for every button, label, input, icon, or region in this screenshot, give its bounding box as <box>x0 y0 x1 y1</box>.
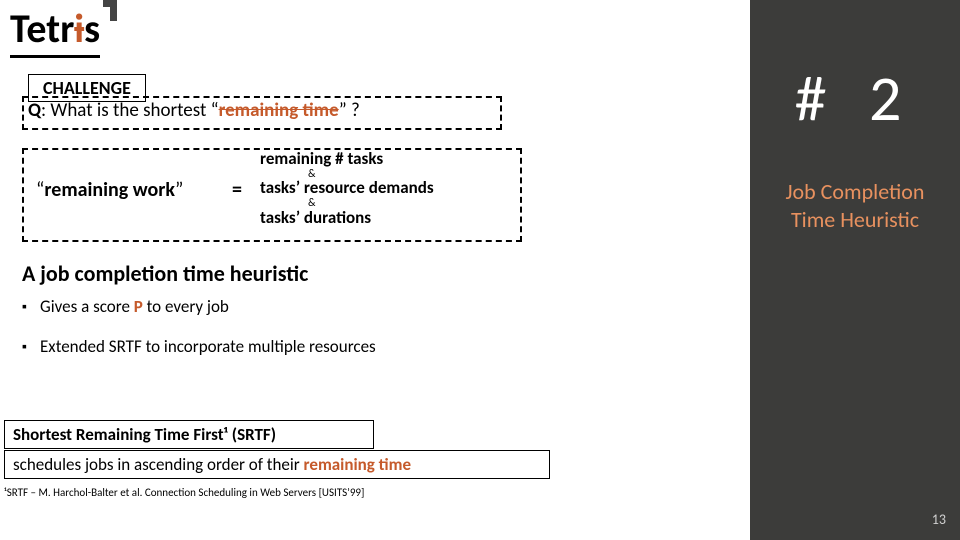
srtf-desc-box: schedules jobs in ascending order of the… <box>4 450 550 479</box>
q-remaining-time: remaining time <box>219 99 339 122</box>
bullet-1a: Gives a score <box>40 296 134 317</box>
footnote: ¹SRTF – M. Harchol-Balter et al. Connect… <box>4 486 364 499</box>
q-part-a: : What is the shortest “ <box>41 99 219 122</box>
q-prefix: Q <box>28 99 41 122</box>
remaining-work-label: “remaining work” <box>36 178 183 202</box>
srtf-desc-a: schedules jobs in ascending order of the… <box>13 454 304 475</box>
srtf-desc-rt: remaining time <box>304 454 411 475</box>
page-title: Tetris <box>10 4 100 58</box>
section-number: # 2 <box>750 60 960 138</box>
bullet-2: Extended SRTF to incorporate multiple re… <box>40 336 376 357</box>
bullet-1b: to every job <box>143 296 229 317</box>
section-subtitle: Job Completion Time Heuristic <box>750 178 960 233</box>
close-quote: ” <box>175 178 183 202</box>
rw-line1: remaining # tasks <box>260 150 510 168</box>
q-part-b: ” ? <box>339 99 360 122</box>
right-sidebar: # 2 Job Completion Time Heuristic 13 <box>750 0 960 540</box>
remaining-work-definition: remaining # tasks & tasks’ resource dema… <box>260 150 510 227</box>
heuristic-heading: A job completion time heuristic <box>22 260 308 287</box>
srtf-title-box: Shortest Remaining Time First¹ (SRTF) <box>4 420 374 449</box>
title-part-b: s <box>84 4 100 53</box>
slide: # 2 Job Completion Time Heuristic 13 Tet… <box>0 0 960 540</box>
page-number: 13 <box>932 511 946 528</box>
question-text: Q: What is the shortest “remaining time”… <box>28 99 360 122</box>
rw-line3: tasks’ durations <box>260 209 510 227</box>
bullet-1-P: P <box>134 296 143 317</box>
bullet-1: Gives a score P to every job <box>40 296 229 317</box>
title-strike-i: i <box>74 4 84 53</box>
section-subtitle-line2: Time Heuristic <box>791 206 919 233</box>
rw-line2: tasks’ resource demands <box>260 179 510 197</box>
title-part-a: Tetr <box>10 4 74 53</box>
equals-sign: = <box>232 178 242 202</box>
section-subtitle-line1: Job Completion <box>786 178 925 205</box>
tetromino-icon <box>103 0 117 22</box>
remaining-work-text: remaining work <box>44 178 175 202</box>
